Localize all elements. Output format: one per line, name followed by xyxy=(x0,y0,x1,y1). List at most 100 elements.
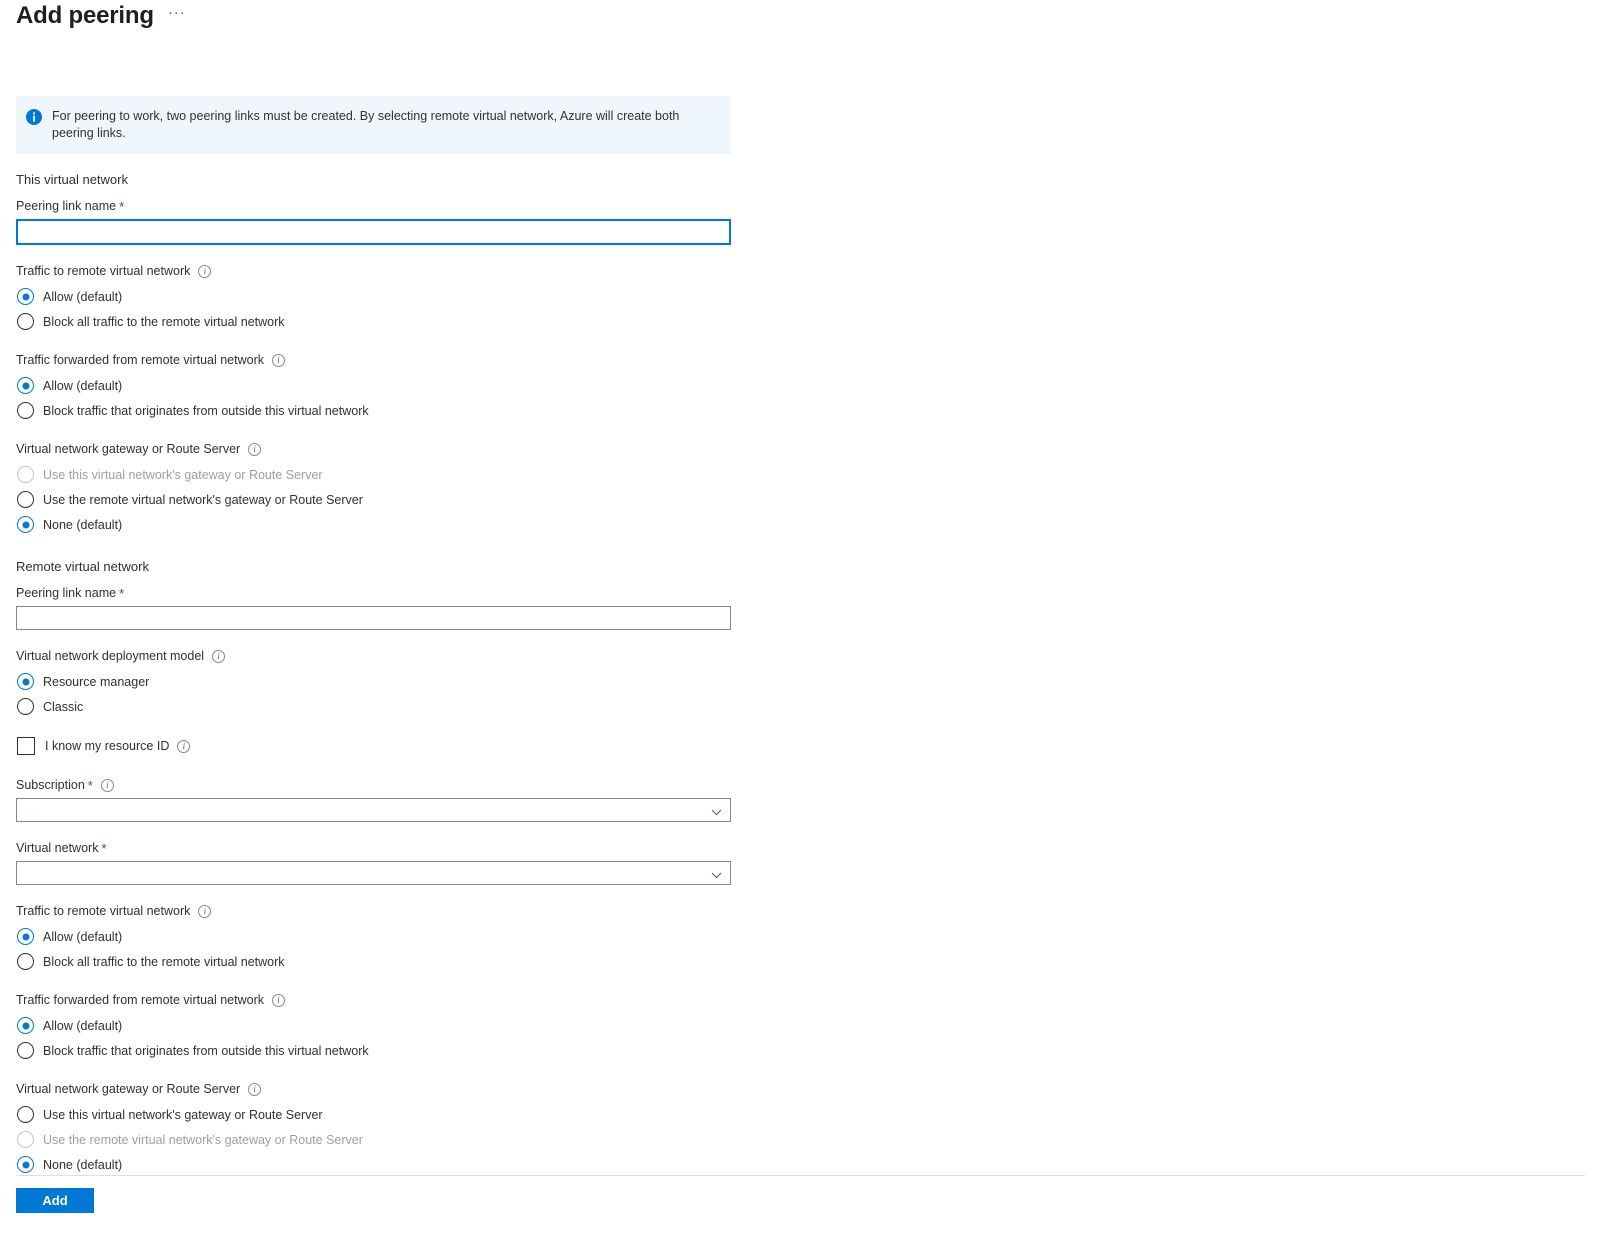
info-tooltip-icon[interactable]: i xyxy=(101,779,114,792)
deployment-model-label: Virtual network deployment model i xyxy=(16,648,776,664)
label-text: Peering link name xyxy=(16,198,116,214)
label-text: Virtual network xyxy=(16,840,98,856)
radio-option[interactable]: None (default) xyxy=(16,1152,776,1177)
required-asterisk: * xyxy=(119,200,124,213)
info-banner: For peering to work, two peering links m… xyxy=(16,96,731,154)
radio-label: None (default) xyxy=(43,517,122,533)
radio-icon xyxy=(17,1017,34,1034)
radio-option: Use this virtual network's gateway or Ro… xyxy=(16,462,776,487)
info-circle-icon xyxy=(26,109,42,125)
this-traffic-to-remote-radiogroup: Allow (default) Block all traffic to the… xyxy=(16,284,776,334)
radio-icon xyxy=(17,1106,34,1123)
radio-label: Block traffic that originates from outsi… xyxy=(43,1043,369,1059)
radio-option[interactable]: Block all traffic to the remote virtual … xyxy=(16,309,776,334)
radio-label: Use the remote virtual network's gateway… xyxy=(43,492,363,508)
virtual-network-select[interactable] xyxy=(16,861,731,885)
know-resource-id-label: I know my resource ID i xyxy=(45,738,190,754)
radio-option[interactable]: Allow (default) xyxy=(16,924,776,949)
required-asterisk: * xyxy=(101,842,106,855)
radio-option[interactable]: Allow (default) xyxy=(16,284,776,309)
section-title-remote-vnet: Remote virtual network xyxy=(16,559,776,575)
deployment-model-radiogroup: Resource manager Classic xyxy=(16,669,776,719)
radio-option[interactable]: Classic xyxy=(16,694,776,719)
radio-label: Classic xyxy=(43,699,83,715)
label-text: Virtual network deployment model xyxy=(16,648,204,664)
info-tooltip-icon[interactable]: i xyxy=(248,1083,261,1096)
blade-header: Add peering ··· xyxy=(0,0,1601,46)
subscription-select[interactable]: · · xyxy=(16,798,731,822)
info-tooltip-icon[interactable]: i xyxy=(198,905,211,918)
radio-option[interactable]: Use the remote virtual network's gateway… xyxy=(16,487,776,512)
radio-icon xyxy=(17,1131,34,1148)
radio-label: Use this virtual network's gateway or Ro… xyxy=(43,467,323,483)
radio-icon xyxy=(17,288,34,305)
radio-label: Block traffic that originates from outsi… xyxy=(43,403,369,419)
virtual-network-select-value xyxy=(16,861,731,885)
info-tooltip-icon[interactable]: i xyxy=(272,994,285,1007)
label-text: Traffic forwarded from remote virtual ne… xyxy=(16,352,264,368)
remote-gateway-label: Virtual network gateway or Route Server … xyxy=(16,1081,776,1097)
radio-icon xyxy=(17,698,34,715)
radio-icon xyxy=(17,928,34,945)
add-button[interactable]: Add xyxy=(16,1188,94,1213)
know-resource-id-row[interactable]: I know my resource ID i xyxy=(16,733,776,759)
radio-icon xyxy=(17,402,34,419)
radio-label: Use this virtual network's gateway or Ro… xyxy=(43,1107,323,1123)
info-tooltip-icon[interactable]: i xyxy=(198,265,211,278)
radio-icon xyxy=(17,491,34,508)
label-text: Subscription xyxy=(16,777,85,793)
remote-peering-link-name-label: Peering link name * xyxy=(16,585,776,601)
blade-title-row: Add peering ··· xyxy=(0,0,1601,31)
radio-label: Block all traffic to the remote virtual … xyxy=(43,954,285,970)
more-options-icon[interactable]: ··· xyxy=(168,6,186,20)
virtual-network-label: Virtual network * xyxy=(16,840,776,856)
footer-divider xyxy=(16,1175,1585,1176)
label-text: Traffic forwarded from remote virtual ne… xyxy=(16,992,264,1008)
label-text: Traffic to remote virtual network xyxy=(16,903,190,919)
radio-label: Allow (default) xyxy=(43,289,122,305)
radio-label: Allow (default) xyxy=(43,378,122,394)
info-tooltip-icon[interactable]: i xyxy=(272,354,285,367)
this-gateway-radiogroup: Use this virtual network's gateway or Ro… xyxy=(16,462,776,537)
radio-option[interactable]: Use this virtual network's gateway or Ro… xyxy=(16,1102,776,1127)
radio-label: None (default) xyxy=(43,1157,122,1173)
required-asterisk: * xyxy=(119,587,124,600)
radio-option[interactable]: None (default) xyxy=(16,512,776,537)
radio-option: Use the remote virtual network's gateway… xyxy=(16,1127,776,1152)
label-text: Virtual network gateway or Route Server xyxy=(16,1081,240,1097)
radio-label: Allow (default) xyxy=(43,929,122,945)
this-gateway-label: Virtual network gateway or Route Server … xyxy=(16,441,776,457)
page-title: Add peering xyxy=(16,1,154,31)
radio-option[interactable]: Block traffic that originates from outsi… xyxy=(16,398,776,423)
radio-option[interactable]: Allow (default) xyxy=(16,1013,776,1038)
radio-icon xyxy=(17,377,34,394)
radio-icon xyxy=(17,953,34,970)
this-peering-link-name-input[interactable] xyxy=(16,219,731,245)
this-traffic-forwarded-label: Traffic forwarded from remote virtual ne… xyxy=(16,352,776,368)
radio-icon xyxy=(17,466,34,483)
info-banner-text: For peering to work, two peering links m… xyxy=(52,108,723,142)
info-tooltip-icon[interactable]: i xyxy=(177,740,190,753)
checkbox-icon xyxy=(17,737,35,755)
radio-option[interactable]: Allow (default) xyxy=(16,373,776,398)
info-tooltip-icon[interactable]: i xyxy=(248,443,261,456)
remote-gateway-radiogroup: Use this virtual network's gateway or Ro… xyxy=(16,1102,776,1177)
radio-option[interactable]: Block traffic that originates from outsi… xyxy=(16,1038,776,1063)
add-peering-form: This virtual network Peering link name *… xyxy=(16,172,776,1177)
remote-traffic-forwarded-radiogroup: Allow (default) Block traffic that origi… xyxy=(16,1013,776,1063)
subscription-select-value: · · xyxy=(16,798,731,822)
radio-label: Resource manager xyxy=(43,674,149,690)
this-peering-link-name-label: Peering link name * xyxy=(16,198,776,214)
remote-traffic-forwarded-label: Traffic forwarded from remote virtual ne… xyxy=(16,992,776,1008)
label-text: Virtual network gateway or Route Server xyxy=(16,441,240,457)
radio-icon xyxy=(17,516,34,533)
radio-icon xyxy=(17,1156,34,1173)
info-tooltip-icon[interactable]: i xyxy=(212,650,225,663)
radio-option[interactable]: Resource manager xyxy=(16,669,776,694)
radio-label: Use the remote virtual network's gateway… xyxy=(43,1132,363,1148)
radio-option[interactable]: Block all traffic to the remote virtual … xyxy=(16,949,776,974)
remote-peering-link-name-input[interactable] xyxy=(16,606,731,630)
this-traffic-to-remote-label: Traffic to remote virtual network i xyxy=(16,263,776,279)
radio-icon xyxy=(17,313,34,330)
label-text: I know my resource ID xyxy=(45,738,169,754)
